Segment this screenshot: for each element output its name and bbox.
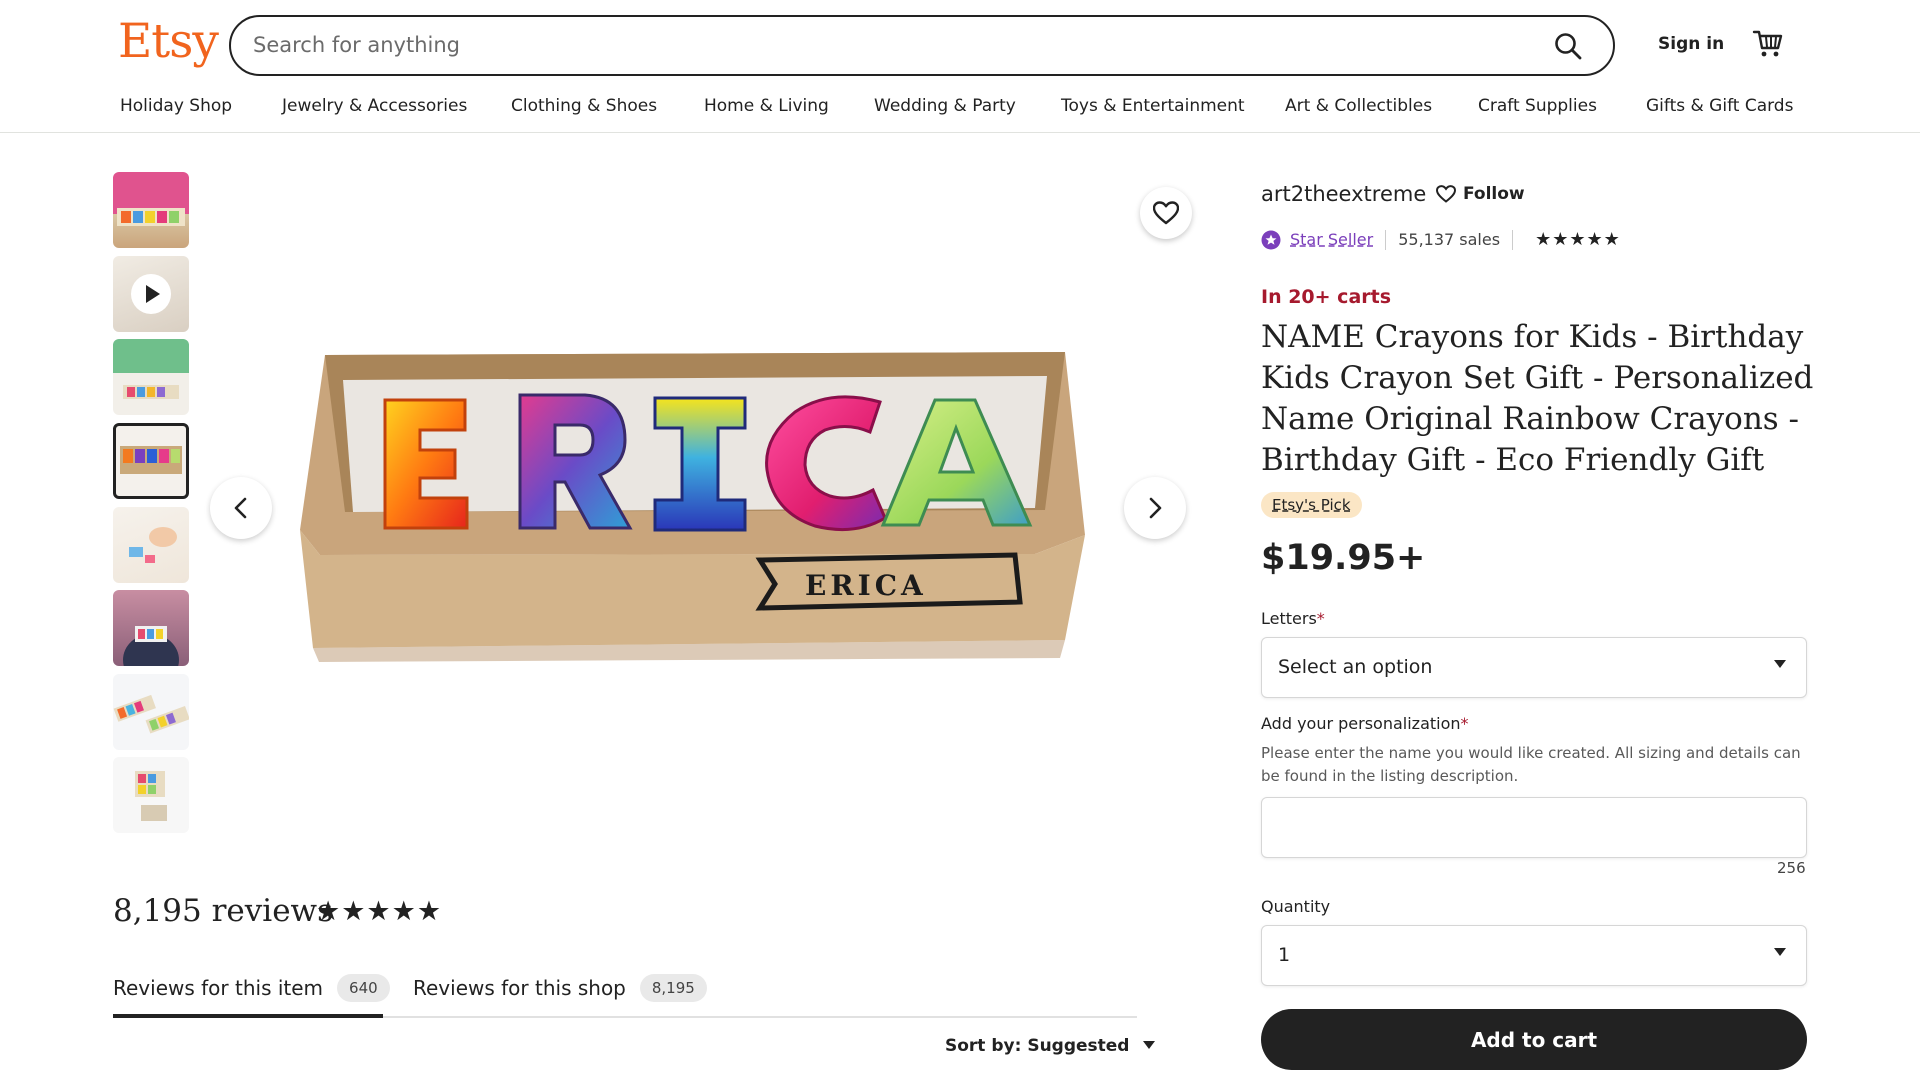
search-input[interactable]: [253, 17, 1533, 73]
sort-dropdown[interactable]: Sort by: Suggested: [945, 1036, 1156, 1056]
personalization-hint: Please enter the name you would like cre…: [1261, 744, 1801, 785]
letters-select[interactable]: Select an option: [1261, 637, 1807, 698]
thumbnail-video[interactable]: [113, 256, 189, 332]
personalization-textarea[interactable]: [1261, 797, 1807, 858]
star-seller-link[interactable]: Star Seller: [1290, 230, 1373, 249]
reviews-count: 8,195 reviews: [113, 893, 333, 929]
personalization-label: Add your personalization*: [1261, 714, 1469, 733]
tab-reviews-item-label: Reviews for this item: [113, 976, 324, 1000]
quantity-select-value: 1: [1278, 944, 1291, 966]
thumbnail-3[interactable]: [113, 339, 189, 415]
thumbnail-8[interactable]: [113, 757, 189, 833]
tab-reviews-item[interactable]: Reviews for this item 640: [113, 974, 390, 1002]
thumbnail-6[interactable]: [113, 590, 189, 666]
star-seller-badge-icon: [1261, 230, 1281, 249]
follow-label: Follow: [1463, 184, 1525, 204]
shop-name-link[interactable]: art2theextreme: [1261, 182, 1426, 206]
box-stamp-text: ERICA: [805, 569, 927, 602]
personalization-label-text: Add your personalization: [1261, 714, 1461, 733]
character-count: 256: [1777, 859, 1806, 877]
thumbnail-1[interactable]: [113, 172, 189, 248]
nav-item-toys[interactable]: Toys & Entertainment: [1061, 96, 1245, 116]
cart-icon[interactable]: [1752, 28, 1784, 58]
heart-outline-icon: [1436, 185, 1456, 203]
thumbnail-4-selected[interactable]: [113, 423, 189, 499]
sign-in-link[interactable]: Sign in: [1658, 34, 1724, 54]
divider: [1512, 229, 1514, 250]
nav-item-clothing[interactable]: Clothing & Shoes: [511, 96, 657, 116]
nav-item-home-living[interactable]: Home & Living: [704, 96, 829, 116]
quantity-label: Quantity: [1261, 897, 1331, 916]
nav-item-craft-supplies[interactable]: Craft Supplies: [1478, 96, 1597, 116]
main-product-image: ERICA: [295, 340, 1090, 670]
caret-down-icon: [1774, 948, 1786, 956]
caret-down-icon: [1143, 1041, 1156, 1049]
etsy-logo[interactable]: Etsy: [118, 14, 219, 69]
nav-item-wedding[interactable]: Wedding & Party: [874, 96, 1016, 116]
letters-select-value: Select an option: [1278, 656, 1433, 678]
thumbnail-5[interactable]: [113, 507, 189, 583]
play-icon: [131, 274, 171, 314]
tab-reviews-shop-label: Reviews for this shop: [413, 976, 626, 1000]
required-marker: *: [1460, 714, 1469, 733]
search-icon[interactable]: [1553, 31, 1583, 61]
letters-label-text: Letters: [1261, 609, 1317, 628]
sort-label: Sort by: Suggested: [945, 1036, 1130, 1056]
tab-reviews-item-count: 640: [337, 974, 390, 1002]
nav-item-gifts[interactable]: Gifts & Gift Cards: [1646, 96, 1793, 116]
letters-label: Letters*: [1261, 609, 1325, 628]
sales-count: 55,137 sales: [1398, 230, 1501, 249]
tab-reviews-shop-count: 8,195: [639, 974, 707, 1002]
active-tab-indicator: [113, 1014, 383, 1018]
in-carts-notice: In 20+ carts: [1261, 286, 1392, 308]
thumbnail-7[interactable]: [113, 674, 189, 750]
chevron-right-icon: [1149, 497, 1162, 519]
nav-item-jewelry[interactable]: Jewelry & Accessories: [282, 96, 467, 116]
chevron-left-icon: [234, 497, 247, 519]
follow-button[interactable]: Follow: [1436, 184, 1525, 204]
favorite-button[interactable]: [1140, 187, 1192, 239]
divider: [1385, 229, 1387, 250]
site-header: Etsy Sign in Holiday Shop Jewelry & Acce…: [0, 0, 1920, 133]
tab-reviews-shop[interactable]: Reviews for this shop 8,195: [413, 974, 707, 1002]
heart-icon: [1153, 201, 1179, 225]
caret-down-icon: [1774, 660, 1786, 668]
previous-image-button[interactable]: [210, 477, 272, 539]
quantity-select[interactable]: 1: [1261, 925, 1807, 986]
search-bar: [229, 15, 1615, 76]
etsys-pick-badge[interactable]: Etsy's Pick: [1261, 492, 1362, 518]
add-to-cart-button[interactable]: Add to cart: [1261, 1009, 1807, 1070]
listing-title: NAME Crayons for Kids - Birthday Kids Cr…: [1261, 319, 1814, 478]
next-image-button[interactable]: [1124, 477, 1186, 539]
nav-item-holiday-shop[interactable]: Holiday Shop: [120, 96, 232, 116]
star-seller-row: Star Seller 55,137 sales ★★★★★: [1261, 229, 1621, 250]
required-marker: *: [1316, 609, 1325, 628]
shop-rating-stars[interactable]: ★★★★★: [1535, 229, 1621, 250]
price: $19.95+: [1261, 538, 1426, 578]
reviews-rating-stars: ★★★★★: [316, 896, 443, 927]
nav-item-art[interactable]: Art & Collectibles: [1285, 96, 1432, 116]
